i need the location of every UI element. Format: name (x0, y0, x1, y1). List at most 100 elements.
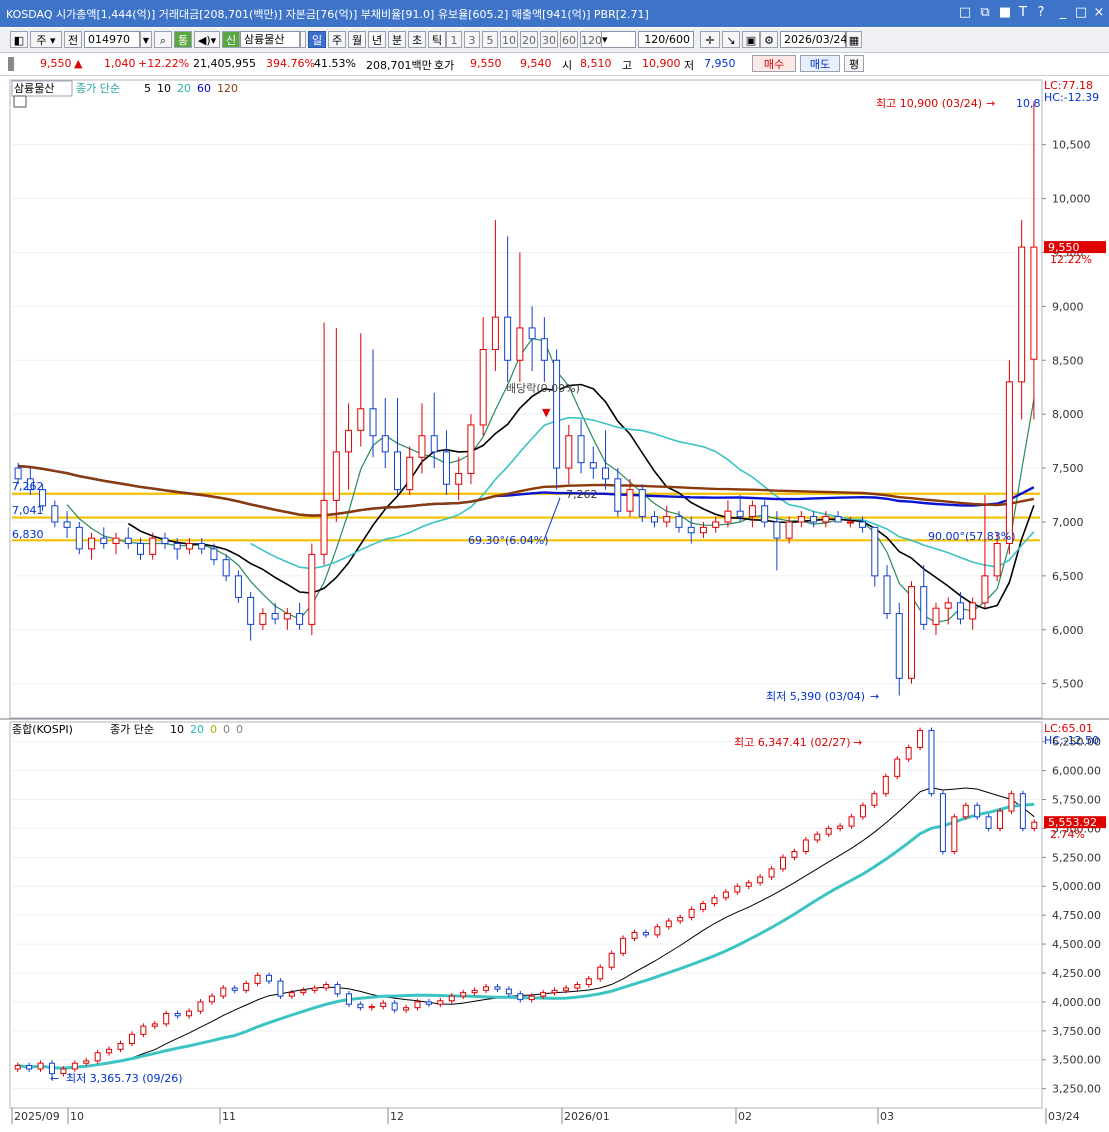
stock-name-field[interactable]: 삼륭물산 (240, 31, 300, 48)
interval-button-5[interactable]: 5 (482, 31, 498, 48)
volume: 21,405,955 (193, 57, 256, 70)
y-tick-0-6: 7,500 (1052, 462, 1084, 475)
index-low-arrow-icon: ← (50, 1072, 59, 1085)
count-input[interactable]: 120/600 (638, 31, 694, 48)
index-candle-body (71, 1062, 78, 1070)
period-button-1[interactable]: 주 (328, 31, 346, 48)
legend-ma-1-2[interactable]: 0 (210, 723, 217, 736)
candle-body (75, 526, 83, 550)
y-tick-0-8: 6,500 (1052, 570, 1084, 583)
index-candle-body (585, 978, 592, 986)
candle-body (1018, 246, 1026, 383)
gear-icon[interactable]: ⚙ (760, 31, 778, 48)
candle-body (944, 602, 952, 609)
low-arrow-icon: → (870, 690, 879, 703)
legend-ma-0-3[interactable]: 60 (197, 82, 211, 95)
close-icon[interactable]: × (1092, 5, 1106, 20)
calendar-icon[interactable]: ▦ (846, 31, 862, 48)
index-candle-body (711, 897, 718, 905)
interval-button-60[interactable]: 60 (560, 31, 578, 48)
index-candle-body (540, 992, 547, 997)
period-button-5[interactable]: 초 (408, 31, 426, 48)
legend-ma-1-1[interactable]: 20 (190, 723, 204, 736)
maximize-icon[interactable]: □ (1074, 5, 1088, 20)
index-candle-body (174, 1012, 181, 1017)
interval-button-120[interactable]: 120 (580, 31, 602, 48)
panel-toggle-icon[interactable]: ◧ (10, 31, 28, 48)
legend-ma-1-4[interactable]: 0 (236, 723, 243, 736)
legend-ma-0-0[interactable]: 5 (144, 82, 151, 95)
bid-price: 9,540 (520, 57, 552, 70)
minimize-icon[interactable]: _ (1056, 5, 1070, 20)
x-label-2: 11 (222, 1110, 236, 1123)
chart-area[interactable]: 삼륭물산 종가 단순 5 10 20 60 120 종합(KOSPI) 종가 단순 10… (0, 76, 1109, 1132)
index-candle-body (83, 1060, 90, 1064)
legend-ma-1-0[interactable]: 10 (170, 723, 184, 736)
low-price: 7,950 (704, 57, 736, 70)
y-tick-0-9: 6,000 (1052, 624, 1084, 637)
index-candle-body (688, 908, 695, 918)
candle-body (283, 613, 291, 620)
shin-button[interactable]: 신 (222, 31, 240, 48)
index-low-annotation: 최저 3,365.73 (09/26) (66, 1072, 183, 1085)
interval-button-1[interactable]: 1 (446, 31, 462, 48)
candle-body (430, 435, 438, 453)
draw-tool-icon[interactable]: ↘ (722, 31, 740, 48)
y-tick-1-11: 3,500.00 (1052, 1054, 1101, 1067)
legend-ma-0-2[interactable]: 20 (177, 82, 191, 95)
save-icon[interactable]: ▣ (742, 31, 760, 48)
candle-body (577, 435, 585, 464)
index-candle-body (208, 995, 215, 1003)
candle-body (1030, 246, 1038, 360)
tile-icon[interactable]: ⧉ (978, 5, 992, 20)
candle-body (981, 575, 989, 604)
period-button-6[interactable]: 틱 (428, 31, 446, 48)
sell-button[interactable]: 매도 (800, 55, 840, 72)
date-input[interactable]: 2026/03/24 (780, 31, 847, 48)
name-handle[interactable] (300, 31, 306, 48)
crosshair-icon[interactable]: ✛ (700, 31, 720, 48)
index-candle-body (791, 851, 798, 858)
restore-icon[interactable]: □ (958, 5, 972, 20)
legend-ma-0-1[interactable]: 10 (157, 82, 171, 95)
current-price: 9,550 (40, 57, 72, 70)
open-label: 시 (562, 59, 573, 72)
candle-body (381, 435, 389, 453)
prev-button[interactable]: 전 (64, 31, 82, 48)
search-icon[interactable]: ⌕ (154, 31, 172, 48)
period-button-4[interactable]: 분 (388, 31, 406, 48)
save-layout-icon[interactable]: ■ (998, 5, 1012, 20)
x-label-1: 10 (70, 1110, 84, 1123)
index-candle-body (722, 891, 729, 899)
interval-button-30[interactable]: 30 (540, 31, 558, 48)
index-high-annotation: 최고 6,347.41 (02/27) (734, 736, 851, 749)
legend-ma-1-3[interactable]: 0 (223, 723, 230, 736)
interval-button-10[interactable]: 10 (500, 31, 518, 48)
candle-body (993, 543, 1001, 577)
x-label-5: 02 (738, 1110, 752, 1123)
sound-icon[interactable]: ◀)▾ (194, 31, 220, 48)
candle-body (406, 456, 414, 491)
buy-button[interactable]: 매수 (752, 55, 796, 72)
period-button-0[interactable]: 일 (308, 31, 326, 48)
candle-body (908, 586, 915, 679)
period-button-3[interactable]: 년 (368, 31, 386, 48)
index-candle-body (620, 937, 627, 954)
interval-button-20[interactable]: 20 (520, 31, 538, 48)
code-input[interactable]: 014970 (84, 31, 140, 48)
high-price: 10,900 (642, 57, 681, 70)
count-select[interactable]: ▾ (598, 31, 636, 48)
eval-button[interactable]: 평 (844, 55, 864, 72)
help-icon[interactable]: ? (1034, 5, 1048, 20)
code-dropdown-icon[interactable]: ▼ (140, 31, 152, 48)
market-select[interactable]: 주 ▾ (30, 31, 62, 48)
tong-button[interactable]: 통 (174, 31, 192, 48)
period-button-2[interactable]: 월 (348, 31, 366, 48)
text-icon[interactable]: T (1016, 5, 1030, 20)
candle-body (589, 462, 597, 469)
candle-body (638, 489, 646, 518)
legend-ma-0-4[interactable]: 120 (217, 82, 238, 95)
index-candle-body (700, 903, 707, 910)
interval-button-3[interactable]: 3 (464, 31, 480, 48)
index-high-arrow-icon: → (853, 736, 862, 749)
